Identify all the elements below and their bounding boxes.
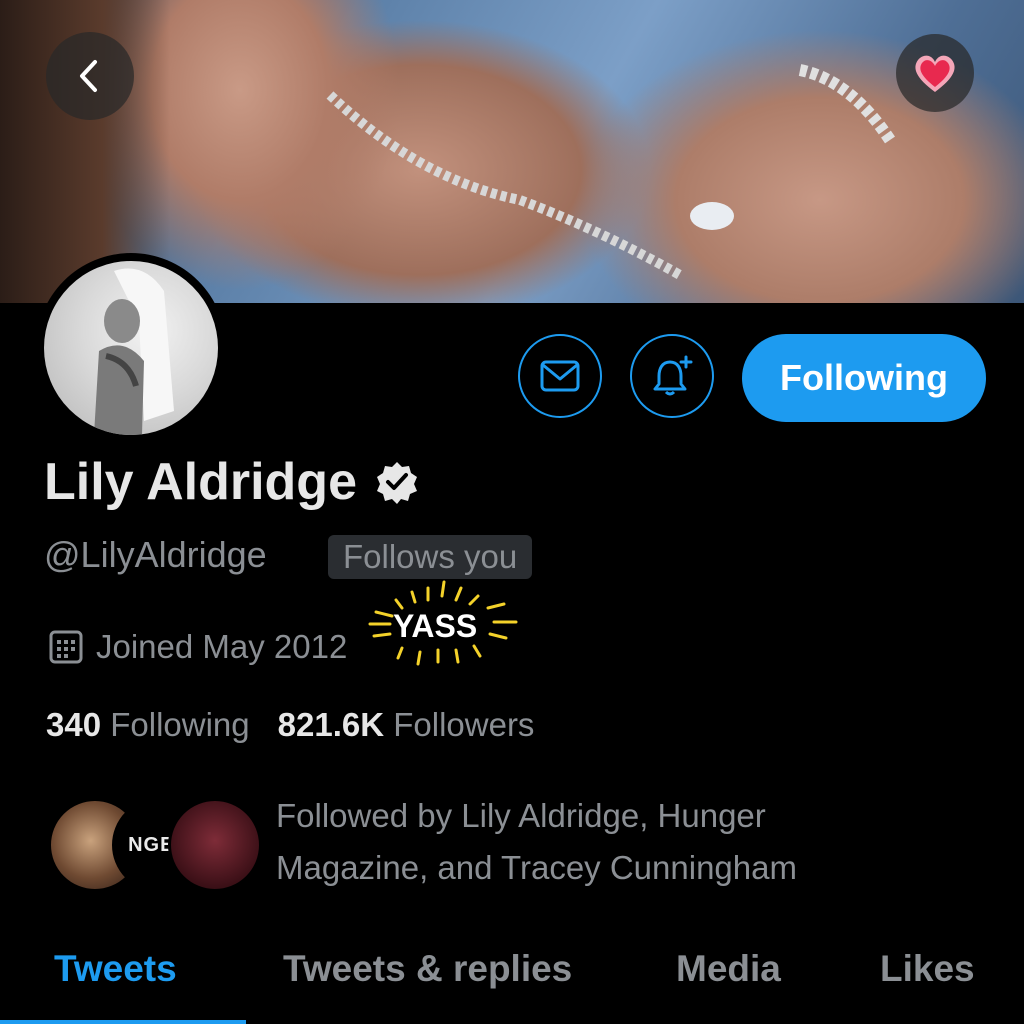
followers-count: 821.6K [277,706,385,743]
followed-by-line-2: Magazine, and Tracey Cunningham [276,849,797,886]
avatar-photo [44,261,218,435]
mutual-avatar [168,798,262,892]
heart-button[interactable] [896,34,974,112]
active-tab-indicator [0,1020,246,1024]
followed-by-text[interactable]: Followed by Lily Aldridge, Hunger Magazi… [276,790,896,894]
tab-tweets[interactable]: Tweets [54,948,177,990]
following-button[interactable]: Following [742,334,986,422]
profile-name-row: Lily Aldridge [44,452,419,512]
heart-icon [915,55,955,92]
joined-date: Joined May 2012 [96,628,348,665]
notification-button[interactable] [630,334,714,418]
chevron-left-icon [80,60,97,92]
profile-name: Lily Aldridge [44,453,357,511]
profile-avatar[interactable] [36,253,226,443]
followed-by-line-1: Followed by Lily Aldridge, Hunger [276,797,766,834]
following-stat[interactable]: 340 Following [46,706,250,743]
profile-tabs: Tweets Tweets & replies Media Likes [0,940,1024,1024]
message-button[interactable] [518,334,602,418]
following-label: Following [110,706,250,743]
yass-sticker: YASS [393,608,478,644]
follow-stats: 340 Following 821.6K Followers [46,706,534,744]
followers-label: Followers [393,706,535,743]
followers-stat[interactable]: 821.6K Followers [278,706,535,743]
bell-plus-icon [653,355,693,396]
joined-date-row: Joined May 2012 [48,628,347,666]
tab-tweets-replies[interactable]: Tweets & replies [283,948,572,990]
verified-badge-icon [375,460,419,504]
following-count: 340 [46,706,102,743]
tab-media[interactable]: Media [676,948,781,990]
calendar-icon [49,630,83,664]
follows-you-badge: Follows you [328,535,533,579]
tab-likes[interactable]: Likes [880,948,975,990]
back-button[interactable] [46,32,134,120]
mutual-followers-avatars[interactable]: NGER [48,798,262,892]
envelope-icon [540,360,580,392]
profile-handle: @LilyAldridge [44,534,267,575]
